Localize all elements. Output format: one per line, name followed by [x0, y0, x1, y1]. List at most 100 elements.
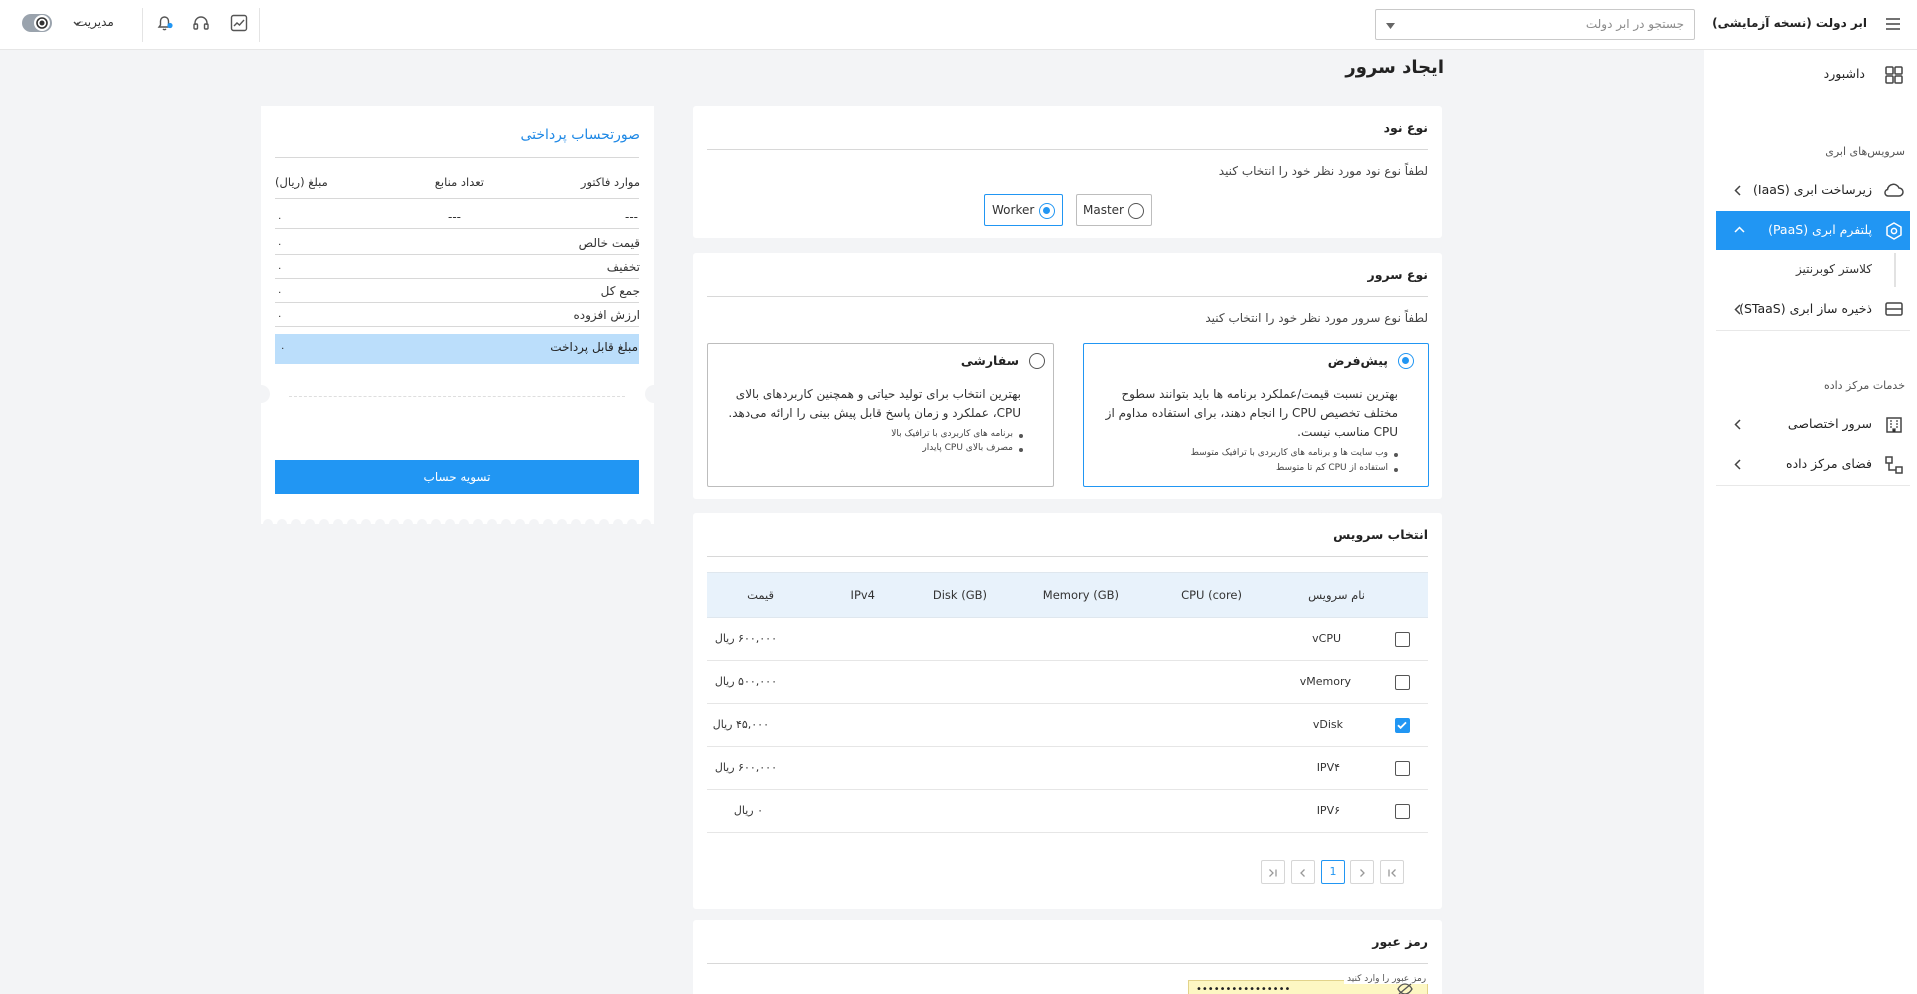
divider [707, 556, 1428, 557]
service-selection-title: انتخاب سرویس [1333, 527, 1428, 542]
divider [275, 326, 639, 327]
service-price: ۵۰۰,۰۰۰ ریال [714, 675, 777, 688]
last-page-button[interactable] [1261, 860, 1285, 884]
divider [275, 228, 639, 229]
toolbar-divider [142, 8, 143, 42]
server-option-default[interactable]: پیش‌فرض بهترین نسبت قیمت/عملکرد برنامه ه… [1083, 343, 1429, 487]
ticket-notch [645, 385, 663, 403]
checkout-button[interactable]: تسویه حساب [275, 460, 639, 494]
sidebar-item-private-server[interactable]: سرور اختصاصی [1716, 405, 1910, 444]
option-title: سفارشی [960, 353, 1019, 368]
building-icon [1884, 415, 1904, 435]
option-bullet: استفاده از CPU کم تا متوسط [1275, 463, 1399, 473]
storage-icon [1884, 300, 1904, 318]
sidebar-item-label: داشبورد [1823, 66, 1865, 81]
total-label: جمع کل [600, 284, 640, 298]
sidebar-item-datacenter-space[interactable]: فضای مرکز داده [1716, 445, 1910, 484]
menu-icon[interactable] [1885, 17, 1901, 31]
option-description: بهترین نسبت قیمت/عملکرد برنامه ها باید ب… [1105, 387, 1398, 439]
row-checkbox[interactable] [1395, 718, 1410, 733]
row-checkbox[interactable] [1395, 761, 1410, 776]
theme-toggle-icon[interactable] [30, 14, 52, 32]
divider [707, 296, 1428, 297]
table-row: vMemory ۵۰۰,۰۰۰ ریال [707, 661, 1428, 704]
toolbar-divider [259, 8, 260, 42]
node-type-title: نوع نود [1383, 120, 1428, 135]
page-title: ایجاد سرور [1345, 57, 1444, 78]
radio-icon[interactable] [1128, 203, 1144, 219]
server-option-custom[interactable]: سفارشی بهترین انتخاب برای تولید حیاتی و … [707, 343, 1054, 487]
page-1-button[interactable]: 1 [1321, 860, 1345, 884]
sidebar-subitem-kubernetes[interactable]: کلاستر کوبرنتیز [1716, 253, 1896, 287]
sidebar-item-label: سرور اختصاصی [1787, 416, 1872, 431]
service-name: vDisk [1312, 718, 1343, 731]
option-label: Master [1083, 203, 1124, 217]
user-menu[interactable]: مدیریت [76, 15, 114, 29]
server-type-hint: لطفاً نوع سرور مورد نظر خود را انتخاب کن… [1205, 311, 1428, 325]
sidebar-item-iaas[interactable]: زیرساخت ابری (IaaS) [1716, 171, 1910, 210]
headset-icon[interactable] [192, 14, 210, 32]
invoice-amount-placeholder: ۰ [277, 213, 283, 224]
divider [275, 157, 639, 158]
check-icon [1397, 721, 1407, 730]
row-checkbox[interactable] [1395, 632, 1410, 647]
server-type-title: نوع سرور [1367, 267, 1428, 282]
row-checkbox[interactable] [1395, 804, 1410, 819]
sidebar-item-label: پلتفرم ابری (PaaS) [1768, 222, 1872, 237]
chevron-left-icon [1734, 304, 1741, 315]
first-page-icon [1388, 869, 1396, 877]
prev-page-button[interactable] [1350, 860, 1374, 884]
total-value: ۰ [277, 287, 283, 298]
option-description: بهترین انتخاب برای تولید حیاتی و همچنین … [728, 387, 1021, 420]
radio-icon[interactable] [1039, 203, 1055, 219]
app-title: ابر دولت (نسخه آزمایشی) [1712, 16, 1867, 30]
vat-label: ارزش افزوده [573, 308, 640, 322]
service-name: vMemory [1299, 675, 1351, 688]
next-page-button[interactable] [1291, 860, 1315, 884]
ticket-edge [261, 512, 654, 524]
invoice-count-placeholder: --- [448, 210, 461, 224]
ticket-divider [289, 396, 625, 397]
sidebar-item-staas[interactable]: ذخیره ساز ابری (STaaS) [1716, 290, 1910, 329]
bell-icon[interactable] [155, 14, 175, 32]
divider [275, 302, 639, 303]
sidebar-divider [1716, 330, 1910, 331]
sidebar-item-dashboard[interactable]: داشبورد [1716, 55, 1910, 94]
invoice-col-count: تعداد منابع [434, 175, 484, 189]
divider [275, 254, 639, 255]
table-row: IPV۴ ۶۰۰,۰۰۰ ریال [707, 747, 1428, 790]
search-placeholder: جستجو در ابر دولت [1585, 17, 1684, 31]
table-row: vCPU ۶۰۰,۰۰۰ ریال [707, 618, 1428, 661]
cloud-icon [1882, 181, 1904, 199]
chevron-down-icon[interactable] [1386, 23, 1395, 29]
service-price: ۶۰۰,۰۰۰ ریال [714, 761, 777, 774]
option-bullet: وب سایت ها و برنامه های کاربردی با ترافی… [1190, 448, 1399, 458]
chevron-left-icon [1734, 185, 1741, 196]
eye-off-icon[interactable] [1397, 983, 1413, 994]
discount-value: ۰ [277, 263, 283, 274]
option-title: پیش‌فرض [1327, 353, 1388, 368]
node-type-hint: لطفاً نوع نود مورد نظر خود را انتخاب کنی… [1218, 164, 1428, 178]
sidebar-item-label: زیرساخت ابری (IaaS) [1753, 182, 1872, 197]
sidebar-item-label: فضای مرکز داده [1786, 456, 1872, 471]
service-name: IPV۴ [1316, 761, 1340, 774]
search-input[interactable]: جستجو در ابر دولت [1375, 9, 1695, 40]
chevron-right-icon [1360, 869, 1365, 877]
sidebar-section-cloud: سرویس‌های ابری [1825, 145, 1905, 158]
chevron-down-icon[interactable] [73, 21, 81, 27]
node-option-worker[interactable]: Worker [984, 194, 1063, 226]
chevron-left-icon [1734, 419, 1741, 430]
sidebar-item-paas[interactable]: پلتفرم ابری (PaaS) [1716, 211, 1910, 250]
password-label: رمز عبور را وارد کنید [1344, 974, 1430, 984]
row-checkbox[interactable] [1395, 675, 1410, 690]
chart-icon[interactable] [230, 14, 248, 32]
radio-icon[interactable] [1029, 353, 1045, 369]
net-price-value: ۰ [277, 239, 283, 250]
first-page-button[interactable] [1380, 860, 1404, 884]
divider [707, 149, 1428, 150]
network-icon [1884, 455, 1904, 475]
radio-icon[interactable] [1398, 353, 1414, 369]
node-option-master[interactable]: Master [1076, 194, 1152, 226]
node-type-card: نوع نود لطفاً نوع نود مورد نظر خود را ان… [693, 106, 1442, 238]
service-name: vCPU [1312, 632, 1341, 645]
